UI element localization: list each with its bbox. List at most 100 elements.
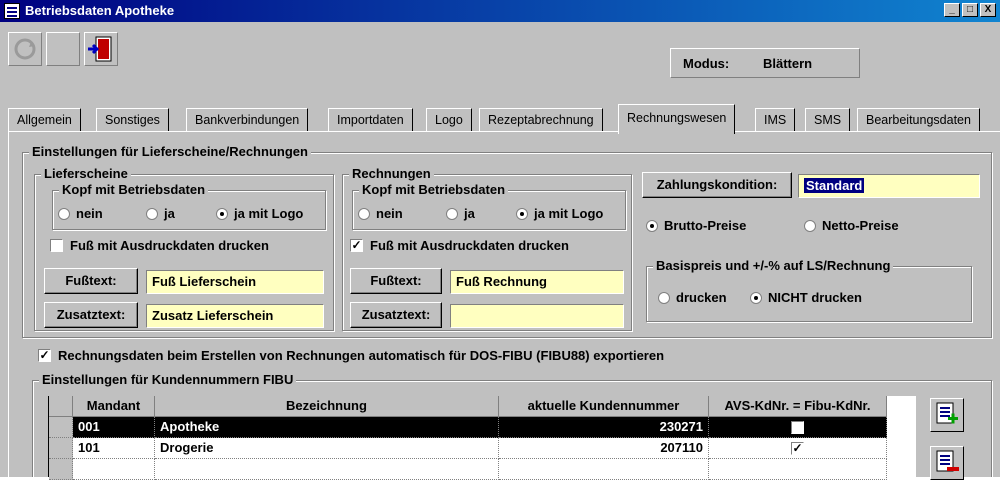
re-radio-nein[interactable]: nein [358, 206, 403, 221]
ls-radio-nein[interactable]: nein [58, 206, 103, 221]
rechnungen-title: Rechnungen [349, 166, 434, 181]
basis-nicht-drucken-label: NICHT drucken [768, 290, 862, 305]
row-indicator[interactable] [49, 438, 73, 459]
brutto-preise-radio[interactable]: Brutto-Preise [646, 218, 746, 233]
tab-bearbeitungsdaten[interactable]: Bearbeitungsdaten [857, 108, 980, 132]
ls-radio-ja[interactable]: ja [146, 206, 175, 221]
cell-avs[interactable] [709, 417, 887, 438]
maximize-button[interactable]: □ [962, 3, 978, 17]
radio-circle [58, 207, 70, 220]
col-header-mandant[interactable]: Mandant [73, 396, 155, 417]
tab-rezeptabrechnung[interactable]: Rezeptabrechnung [479, 108, 603, 132]
checkbox-box-checked: ✓ [38, 348, 51, 362]
ls-kopf-title: Kopf mit Betriebsdaten [59, 182, 209, 197]
radio-circle-selected [646, 219, 658, 232]
cell-kundennummer[interactable]: 230271 [499, 417, 709, 438]
export-fibu-checkbox[interactable]: ✓ Rechnungsdaten beim Erstellen von Rechn… [38, 348, 664, 363]
re-zusatztext-button[interactable]: Zusatztext: [350, 302, 442, 328]
exit-door-icon [88, 36, 112, 62]
tab-logo[interactable]: Logo [426, 108, 472, 132]
tab-ims[interactable]: IMS [755, 108, 796, 132]
radio-circle [146, 207, 158, 220]
main-window: Betriebsdaten Apotheke _ □ X Modus: Blät… [0, 0, 1000, 480]
avs-checkbox-checked[interactable]: ✓ [791, 442, 804, 455]
tab-bankverbindungen[interactable]: Bankverbindungen [186, 108, 309, 132]
kundennummern-table: Mandant Bezeichnung aktuelle Kundennumme… [48, 396, 917, 480]
re-radio-ja[interactable]: ja [446, 206, 475, 221]
ls-radio-ja-mit-logo[interactable]: ja mit Logo [216, 206, 303, 221]
ls-zusatztext-field[interactable]: Zusatz Lieferschein [146, 304, 324, 328]
app-icon [4, 3, 20, 19]
tab-rechnungswesen[interactable]: Rechnungswesen [618, 104, 736, 134]
col-header-avs[interactable]: AVS-KdNr. = Fibu-KdNr. [709, 396, 887, 417]
re-radio-logo-label: ja mit Logo [534, 206, 604, 221]
table-row[interactable]: 101 Drogerie 207110 ✓ [49, 438, 917, 459]
table-row[interactable]: 001 Apotheke 230271 [49, 417, 917, 438]
cell-kundennummer[interactable]: 207110 [499, 438, 709, 459]
close-button[interactable]: X [980, 3, 996, 17]
radio-circle [804, 219, 816, 232]
fibu-title: Einstellungen für Kundennummern FIBU [39, 372, 297, 387]
tab-strip: Allgemein Sonstiges Bankverbindungen Imp… [8, 104, 1000, 134]
re-kopf-title: Kopf mit Betriebsdaten [359, 182, 509, 197]
ls-fuss-label: Fuß mit Ausdruckdaten drucken [70, 238, 269, 253]
tab-importdaten[interactable]: Importdaten [328, 108, 413, 132]
refresh-button[interactable] [8, 32, 42, 66]
re-radio-ja-mit-logo[interactable]: ja mit Logo [516, 206, 603, 221]
ls-radio-logo-label: ja mit Logo [234, 206, 304, 221]
ls-radio-ja-label: ja [164, 206, 175, 221]
tab-sonstiges[interactable]: Sonstiges [96, 108, 169, 132]
add-row-icon [936, 402, 958, 424]
tab-allgemein[interactable]: Allgemein [8, 108, 81, 132]
title-bar: Betriebsdaten Apotheke _ □ X [0, 0, 1000, 22]
export-fibu-label: Rechnungsdaten beim Erstellen von Rechnu… [58, 348, 665, 363]
tab-sms[interactable]: SMS [805, 108, 851, 132]
ls-zusatztext-button[interactable]: Zusatztext: [44, 302, 138, 328]
delete-row-button[interactable] [930, 446, 964, 480]
radio-circle-selected [216, 207, 228, 220]
cell-mandant[interactable]: 001 [73, 417, 155, 438]
zahlungskondition-field[interactable]: Standard [798, 174, 980, 198]
ls-fuss-checkbox[interactable]: Fuß mit Ausdruckdaten drucken [50, 238, 269, 253]
row-indicator[interactable] [49, 417, 73, 438]
zahlungskondition-button[interactable]: Zahlungskondition: [642, 172, 792, 198]
delete-row-icon [936, 450, 959, 472]
re-fuss-checkbox[interactable]: ✓ Fuß mit Ausdruckdaten drucken [350, 238, 569, 253]
netto-preise-radio[interactable]: Netto-Preise [804, 218, 899, 233]
col-header-kundennummer[interactable]: aktuelle Kundennummer [499, 396, 709, 417]
re-zusatztext-field[interactable] [450, 304, 624, 328]
exit-button[interactable] [84, 32, 118, 66]
avs-checkbox[interactable] [791, 421, 804, 434]
minimize-button[interactable]: _ [944, 3, 960, 17]
radio-circle-selected [750, 291, 762, 304]
col-header-bezeichnung[interactable]: Bezeichnung [155, 396, 499, 417]
modus-label: Modus: [683, 56, 730, 71]
netto-preise-label: Netto-Preise [822, 218, 899, 233]
re-radio-ja-label: ja [464, 206, 475, 221]
re-fuss-label: Fuß mit Ausdruckdaten drucken [370, 238, 569, 253]
settings-group-title: Einstellungen für Lieferscheine/Rechnung… [29, 144, 311, 159]
basis-nicht-drucken-radio[interactable]: NICHT drucken [750, 290, 862, 305]
radio-circle-selected [516, 207, 528, 220]
cell-bezeichnung[interactable]: Drogerie [155, 438, 499, 459]
re-fusstext-button[interactable]: Fußtext: [350, 268, 442, 294]
ls-radio-nein-label: nein [76, 206, 103, 221]
basis-drucken-radio[interactable]: drucken [658, 290, 727, 305]
radio-circle [658, 291, 670, 304]
zahlungskondition-value: Standard [804, 178, 865, 193]
radio-circle [446, 207, 458, 220]
cell-bezeichnung[interactable]: Apotheke [155, 417, 499, 438]
add-row-button[interactable] [930, 398, 964, 432]
refresh-icon [14, 38, 36, 60]
re-fusstext-field[interactable]: Fuß Rechnung [450, 270, 624, 294]
re-radio-nein-label: nein [376, 206, 403, 221]
checkbox-box-checked: ✓ [350, 238, 363, 252]
ls-fusstext-field[interactable]: Fuß Lieferschein [146, 270, 324, 294]
blank-button[interactable] [46, 32, 80, 66]
brutto-preise-label: Brutto-Preise [664, 218, 747, 233]
cell-avs[interactable]: ✓ [709, 438, 887, 459]
cell-mandant[interactable]: 101 [73, 438, 155, 459]
checkbox-box [50, 239, 63, 252]
row-indicator-header [49, 396, 73, 417]
ls-fusstext-button[interactable]: Fußtext: [44, 268, 138, 294]
